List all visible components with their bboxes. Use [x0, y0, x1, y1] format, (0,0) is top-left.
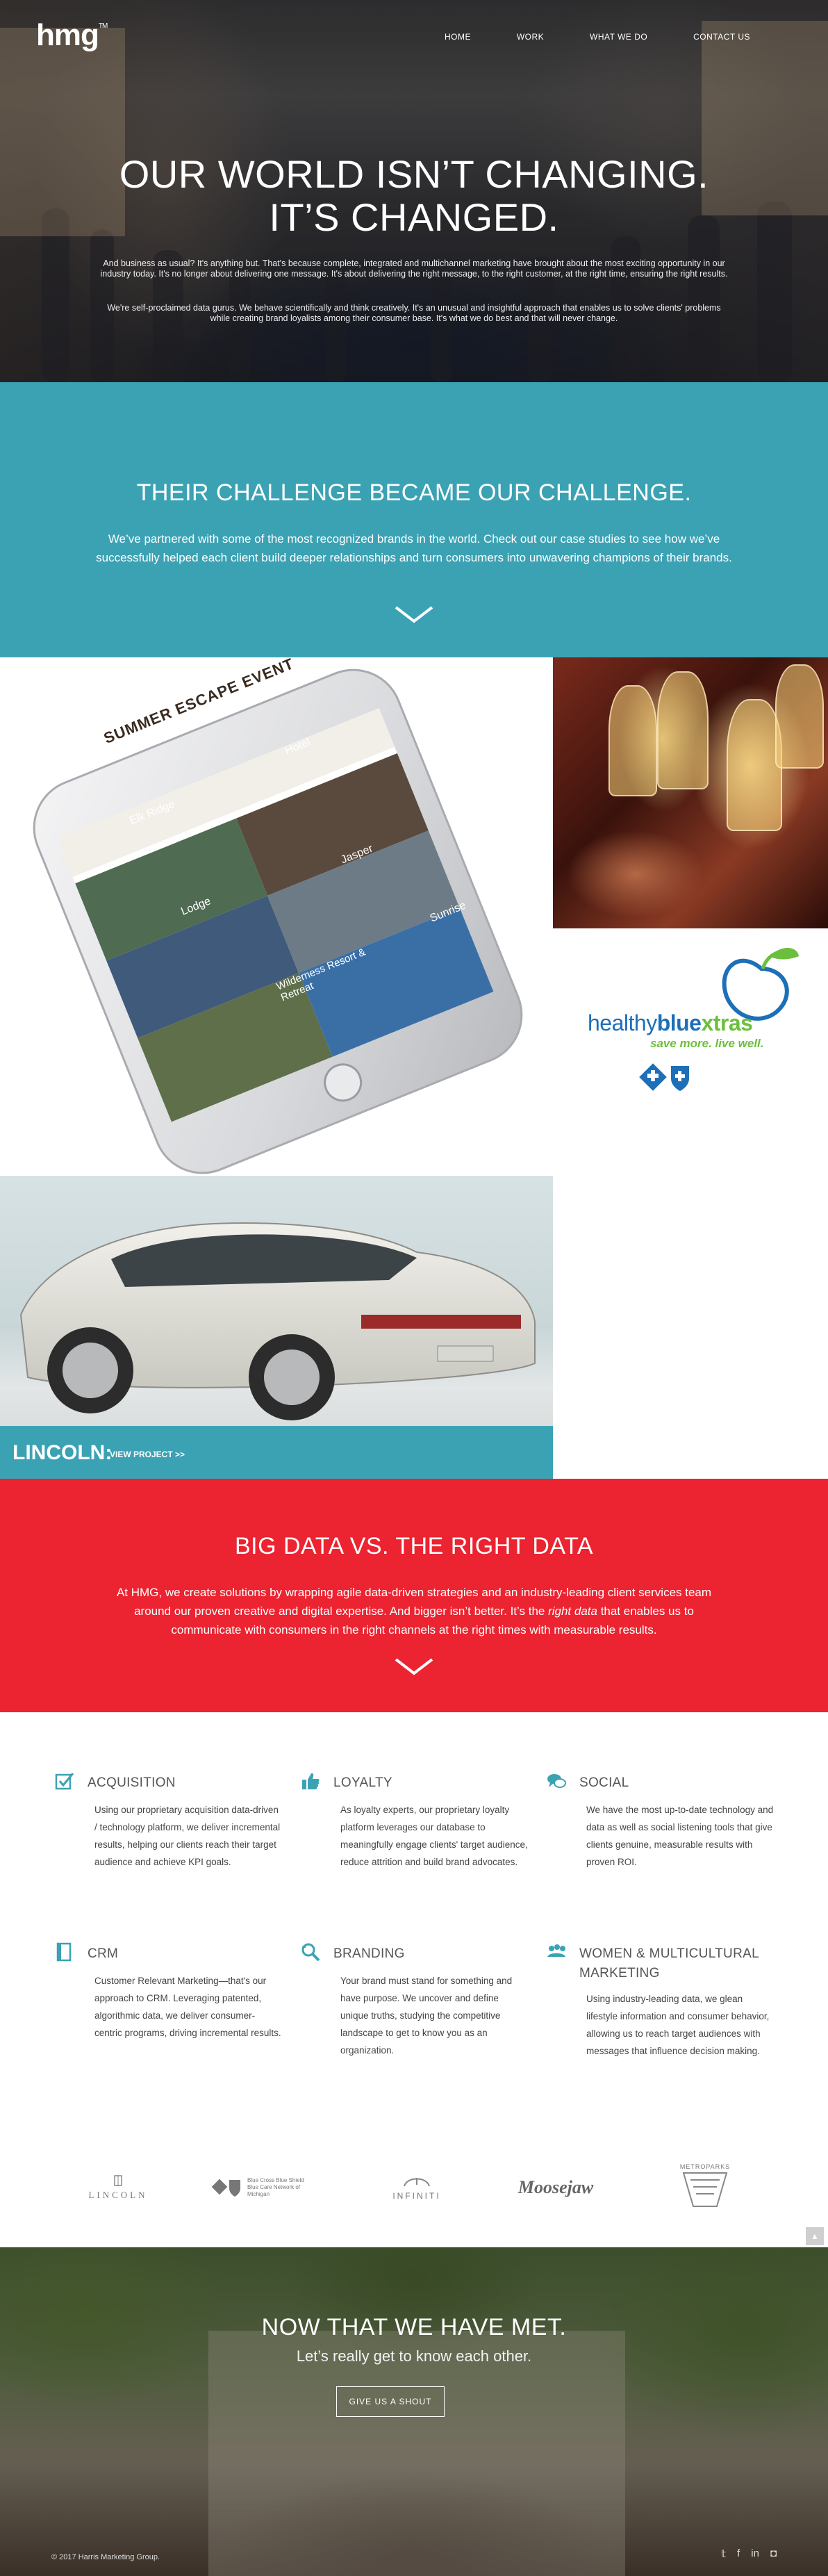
service-body: We have the most up-to-date technology a…	[586, 1805, 774, 1867]
healthy-blue-xtras-logo	[639, 947, 799, 1091]
back-to-top-button[interactable]: ▲	[806, 2227, 824, 2245]
instagram-icon[interactable]: ◘	[770, 2548, 777, 2560]
metroparks-logo: METROPARKS	[667, 2160, 743, 2215]
thumbs-up-icon	[302, 1773, 320, 1789]
project-tile-healthy-blue-xtras[interactable]: healthybluextras save more. live well.	[553, 928, 828, 1176]
champagne-glass-image	[727, 699, 782, 831]
nav-what-we-do[interactable]: WHAT WE DO	[590, 32, 647, 42]
client-logos: LINCOLN Blue Cross Blue Shield Blue Care…	[0, 2122, 828, 2247]
lincoln-car-image	[19, 1222, 536, 1420]
hmg-logo[interactable]: hmgTM	[36, 18, 108, 53]
twitter-icon[interactable]: 𝕥	[721, 2548, 726, 2560]
lincoln-star-icon	[114, 2174, 122, 2186]
infiniti-emblem-icon	[404, 2177, 430, 2186]
hero-paragraph-2: We're self-proclaimed data gurus. We beh…	[107, 303, 721, 323]
big-data-body: At HMG, we create solutions by wrapping …	[116, 1586, 712, 1636]
challenge-body: We’ve partnered with some of the most re…	[96, 532, 732, 564]
project-tile-lincoln[interactable]: LINCOLN: VIEW PROJECT >>	[0, 1176, 553, 1479]
magnifier-icon	[301, 1943, 320, 1962]
service-crm: CRM Customer Relevant Marketing—that's o…	[54, 1942, 283, 2094]
service-title: WOMEN & MULTICULTURAL MARKETING	[579, 1946, 759, 1980]
metroparks-emblem-icon	[682, 2172, 728, 2207]
chevron-down-icon[interactable]	[393, 603, 435, 625]
hero-section: hmgTM HOME WORK WHAT WE DO CONTACT US OU…	[0, 0, 828, 382]
services-section: ACQUISITION Using our proprietary acquis…	[0, 1712, 828, 2122]
social-links: 𝕥 f in ◘	[721, 2548, 777, 2560]
service-body: Customer Relevant Marketing—that's our a…	[94, 1976, 281, 2038]
champagne-glass-image	[775, 664, 824, 769]
champagne-glass-image	[657, 671, 709, 789]
service-title: ACQUISITION	[88, 1775, 176, 1790]
document-icon	[56, 1942, 72, 1962]
blue-cross-logo: Blue Cross Blue Shield Blue Care Network…	[208, 2160, 320, 2215]
service-women-multicultural: WOMEN & MULTICULTURAL MARKETING Using in…	[546, 1942, 775, 2108]
service-body: Using our proprietary acquisition data-d…	[94, 1805, 281, 1867]
phone-mockup-image	[33, 668, 523, 1174]
infiniti-logo: INFINITI	[375, 2160, 458, 2215]
contact-section: NOW THAT WE HAVE MET. Let’s really get t…	[0, 2247, 828, 2576]
hero-title: OUR WORLD ISN’T CHANGING. IT’S CHANGED.	[119, 152, 709, 239]
lincoln-label-bar: LINCOLN: VIEW PROJECT >>	[0, 1426, 553, 1479]
nav-home[interactable]: HOME	[445, 32, 471, 42]
challenge-section: THEIR CHALLENGE BECAME OUR CHALLENGE. We…	[0, 382, 828, 657]
service-title: BRANDING	[333, 1946, 405, 1961]
contact-subtitle: Let’s really get to know each other.	[296, 2347, 532, 2365]
contact-title: NOW THAT WE HAVE MET.	[261, 2314, 567, 2340]
lincoln-logo: LINCOLN	[69, 2160, 167, 2215]
facebook-icon[interactable]: f	[737, 2548, 740, 2560]
nav-work[interactable]: WORK	[517, 32, 544, 42]
service-body: Your brand must stand for something and …	[340, 1976, 513, 2056]
service-branding: BRANDING Your brand must stand for somet…	[300, 1942, 529, 2094]
champagne-glass-image	[608, 685, 657, 796]
project-grid: SUMMER ESCAPE EVENT Elk Ridge Hotel Jasp…	[0, 657, 828, 1479]
service-title: CRM	[88, 1946, 119, 1961]
chevron-down-icon[interactable]	[393, 1655, 435, 1677]
big-data-section: BIG DATA VS. THE RIGHT DATA At HMG, we c…	[0, 1479, 828, 1712]
project-tile-mazda-phone[interactable]: SUMMER ESCAPE EVENT Elk Ridge Hotel Jasp…	[0, 657, 553, 1176]
healthy-blue-xtras-wordmark: healthybluextras	[588, 1010, 753, 1035]
checkbox-icon	[55, 1773, 74, 1790]
hero-paragraph-1: And business as usual? It's anything but…	[100, 259, 728, 279]
challenge-title: THEIR CHALLENGE BECAME OUR CHALLENGE.	[136, 479, 692, 506]
empty-tile	[553, 1176, 828, 1479]
service-title: LOYALTY	[333, 1775, 392, 1790]
service-body: Using industry-leading data, we glean li…	[586, 1994, 770, 2056]
main-nav: HOME WORK WHAT WE DO CONTACT US	[445, 32, 750, 42]
lincoln-brand-label: LINCOLN:	[13, 1441, 113, 1464]
chat-bubbles-icon	[547, 1774, 566, 1788]
moosejaw-logo: Moosejaw	[518, 2177, 594, 2197]
service-social: SOCIAL We have the most up-to-date techn…	[546, 1771, 775, 1910]
nav-contact-us[interactable]: CONTACT US	[693, 32, 750, 42]
service-title: SOCIAL	[579, 1775, 629, 1790]
view-project-link[interactable]: VIEW PROJECT >>	[110, 1450, 185, 1459]
people-icon	[547, 1944, 565, 1957]
project-tile-champagne[interactable]	[553, 657, 828, 928]
linkedin-icon[interactable]: in	[751, 2548, 759, 2560]
healthy-blue-xtras-tagline: save more. live well.	[650, 1037, 764, 1050]
copyright: © 2017 Harris Marketing Group.	[51, 2553, 160, 2561]
service-body: As loyalty experts, our proprietary loya…	[340, 1805, 528, 1867]
give-us-a-shout-button[interactable]: GIVE US A SHOUT	[336, 2386, 445, 2417]
blue-cross-shield-icon	[211, 2179, 240, 2197]
big-data-title: BIG DATA VS. THE RIGHT DATA	[234, 1533, 594, 1559]
service-acquisition: ACQUISITION Using our proprietary acquis…	[54, 1771, 283, 1910]
service-loyalty: LOYALTY As loyalty experts, our propriet…	[300, 1771, 529, 1910]
